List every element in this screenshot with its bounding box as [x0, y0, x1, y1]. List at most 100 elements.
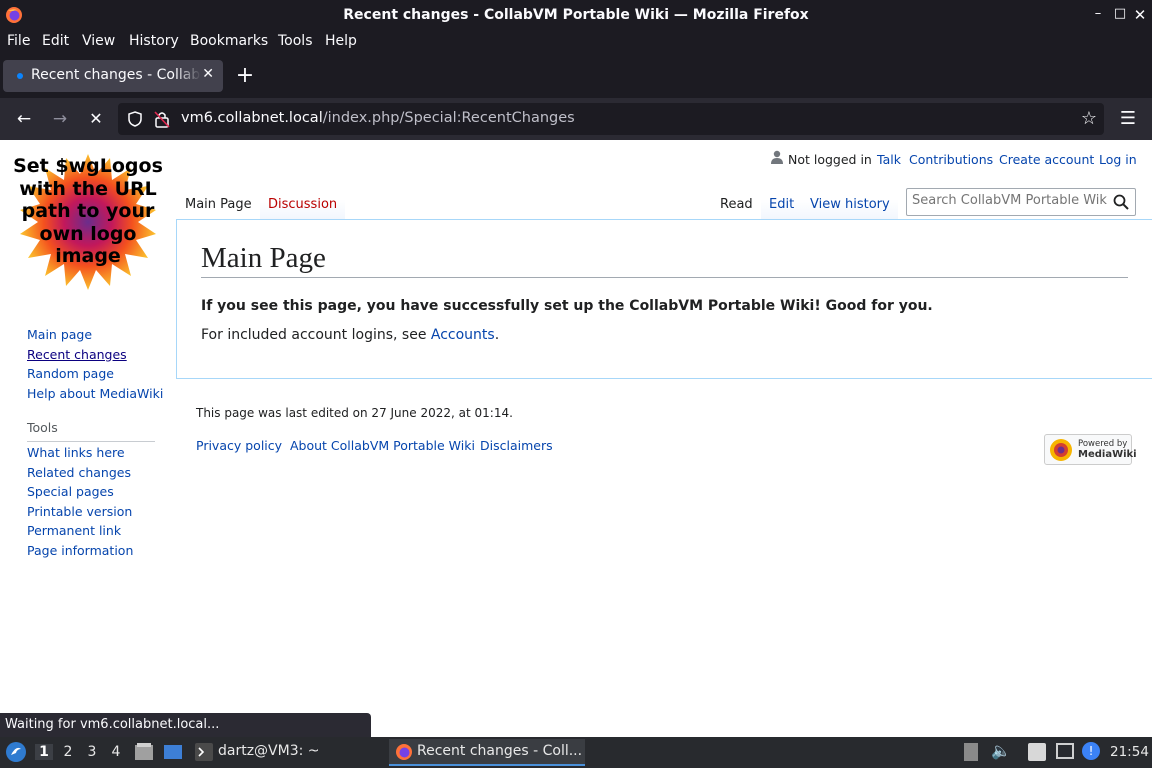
accounts-link[interactable]: Accounts: [431, 327, 495, 343]
user-icon: [771, 150, 783, 164]
url-bar[interactable]: vm6.collabnet.local/index.php/Special:Re…: [118, 103, 1104, 135]
menu-view[interactable]: View: [82, 33, 115, 49]
workspace-3[interactable]: 3: [83, 744, 101, 760]
sidebar-tools-heading: Tools: [27, 420, 155, 442]
menu-edit[interactable]: Edit: [42, 33, 69, 49]
personal-link-wrap: Log in: [1099, 152, 1137, 167]
maximize-icon[interactable]: □: [1110, 6, 1130, 24]
footer-link-wrap: Disclaimers: [480, 438, 553, 453]
last-edited-text: This page was last edited on 27 June 202…: [196, 406, 513, 420]
firefox-task-label: Recent changes - Coll...: [417, 743, 583, 759]
tab-read[interactable]: Read: [712, 186, 761, 220]
sidebar-item-page-information[interactable]: Page information: [27, 543, 133, 563]
personal-link-wrap: Contributions: [909, 152, 993, 167]
tab-main-page[interactable]: Main Page: [177, 186, 260, 220]
window-titlebar: Recent changes - CollabVM Portable Wiki …: [0, 0, 1152, 30]
main-content: Main Page If you see this page, you have…: [176, 219, 1152, 379]
log-in-link[interactable]: Log in: [1099, 152, 1137, 167]
file-manager-icon[interactable]: [134, 742, 154, 762]
clipboard-icon[interactable]: [1028, 743, 1046, 761]
tab-label: Recent changes - CollabVM Portable Wiki: [31, 67, 201, 83]
workspace-2[interactable]: 2: [59, 744, 77, 760]
privacy-policy-link[interactable]: Privacy policy: [196, 438, 282, 453]
workspace-1[interactable]: 1: [35, 744, 53, 760]
powered-line2: MediaWiki: [1078, 449, 1137, 460]
network-icon[interactable]: [1056, 743, 1074, 759]
loading-dot-icon: [17, 73, 23, 79]
window-title: Recent changes - CollabVM Portable Wiki …: [343, 7, 809, 23]
menu-bookmarks[interactable]: Bookmarks: [190, 33, 268, 49]
footer-link-wrap: About CollabVM Portable Wiki: [290, 438, 475, 453]
hamburger-menu-icon[interactable]: ☰: [1116, 107, 1140, 131]
search-box[interactable]: [906, 188, 1136, 216]
workspace-4[interactable]: 4: [107, 744, 125, 760]
login-status: Not logged in: [788, 152, 872, 167]
sidebar-item-what-links-here[interactable]: What links here: [27, 445, 133, 465]
start-menu-icon[interactable]: [5, 741, 27, 763]
new-tab-icon[interactable]: +: [233, 61, 257, 91]
page-title: Main Page: [201, 242, 1128, 278]
clock: 21:54: [1110, 744, 1149, 760]
taskbar-terminal[interactable]: dartz@VM3: ~: [192, 739, 382, 766]
tab-recent-changes[interactable]: Recent changes - CollabVM Portable Wiki …: [3, 60, 223, 92]
sidebar-item-random-page[interactable]: Random page: [27, 366, 163, 386]
footer-link-wrap: Privacy policy: [196, 438, 282, 453]
close-icon[interactable]: ✕: [1130, 6, 1150, 24]
sidebar-item-main-page[interactable]: Main page: [27, 327, 163, 347]
terminal-label: dartz@VM3: ~: [218, 743, 320, 759]
navigation-toolbar: ← → ✕ vm6.collabnet.local/index.php/Spec…: [0, 98, 1152, 140]
contributions-link[interactable]: Contributions: [909, 152, 993, 167]
status-panel: Waiting for vm6.collabnet.local...: [0, 713, 371, 737]
sidebar-item-help[interactable]: Help about MediaWiki: [27, 386, 163, 406]
menu-help[interactable]: Help: [325, 33, 357, 49]
tab-discussion[interactable]: Discussion: [260, 186, 346, 220]
shield-icon[interactable]: [127, 111, 143, 127]
sidebar-tools: What links here Related changes Special …: [27, 445, 133, 562]
powered-line1: Powered by: [1078, 439, 1128, 449]
volume-icon[interactable]: 🔈: [991, 741, 1011, 760]
taskbar: 1 2 3 4 dartz@VM3: ~ Recent changes - Co…: [0, 737, 1152, 768]
sidebar-item-permanent-link[interactable]: Permanent link: [27, 523, 133, 543]
sidebar-item-recent-changes[interactable]: Recent changes: [27, 347, 163, 367]
disclaimers-link[interactable]: Disclaimers: [480, 438, 553, 453]
url-text[interactable]: vm6.collabnet.local/index.php/Special:Re…: [181, 110, 575, 126]
terminal-icon: [195, 743, 213, 761]
sidebar-navigation: Main page Recent changes Random page Hel…: [27, 327, 163, 405]
intro-bold-text: If you see this page, you have successfu…: [201, 298, 933, 314]
menu-file[interactable]: File: [7, 33, 30, 49]
about-link[interactable]: About CollabVM Portable Wiki: [290, 438, 475, 453]
lock-warning-icon[interactable]: [154, 110, 170, 128]
back-arrow-icon[interactable]: ←: [12, 107, 36, 131]
menubar: File Edit View History Bookmarks Tools H…: [0, 30, 1152, 54]
wiki-logo[interactable]: Set $wgLogos with the URL path to your o…: [13, 152, 163, 290]
notification-icon[interactable]: !: [1082, 742, 1100, 760]
search-icon[interactable]: [1113, 194, 1129, 210]
menu-tools[interactable]: Tools: [278, 33, 313, 49]
minimize-icon[interactable]: –: [1088, 6, 1108, 24]
logo-text: Set $wgLogos with the URL path to your o…: [13, 155, 163, 267]
tab-strip: Recent changes - CollabVM Portable Wiki …: [0, 54, 1152, 98]
stop-icon[interactable]: ✕: [84, 107, 108, 131]
bookmark-star-icon[interactable]: ☆: [1077, 107, 1101, 131]
search-input[interactable]: [912, 193, 1108, 208]
para-prefix: For included account logins, see: [201, 327, 431, 343]
desktop-icon[interactable]: [163, 742, 183, 762]
personal-link-wrap: Create account: [999, 152, 1094, 167]
tab-close-icon[interactable]: ✕: [202, 66, 214, 82]
firefox-icon: [396, 744, 412, 760]
tray-scroll-icon[interactable]: [964, 743, 978, 761]
create-account-link[interactable]: Create account: [999, 152, 1094, 167]
sidebar-item-special-pages[interactable]: Special pages: [27, 484, 133, 504]
accounts-paragraph: For included account logins, see Account…: [201, 327, 499, 343]
taskbar-firefox[interactable]: Recent changes - Coll...: [389, 739, 585, 766]
para-suffix: .: [494, 327, 500, 343]
talk-link[interactable]: Talk: [877, 152, 901, 167]
tab-edit[interactable]: Edit: [761, 186, 803, 220]
menu-history[interactable]: History: [129, 33, 179, 49]
forward-arrow-icon[interactable]: →: [48, 107, 72, 131]
personal-link-wrap: Talk: [877, 152, 901, 167]
tab-view-history[interactable]: View history: [802, 186, 898, 220]
sidebar-item-printable-version[interactable]: Printable version: [27, 504, 133, 524]
sidebar-item-related-changes[interactable]: Related changes: [27, 465, 133, 485]
powered-by-mediawiki-badge[interactable]: Powered by MediaWiki: [1044, 434, 1137, 465]
